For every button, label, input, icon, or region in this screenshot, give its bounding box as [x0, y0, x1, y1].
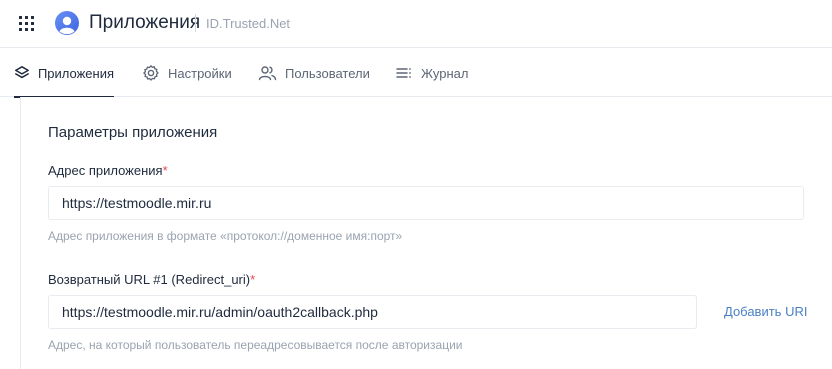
layers-icon — [15, 66, 29, 79]
tab-bar: Приложения Настройки Пользователи Журнал — [0, 49, 832, 98]
gear-icon — [143, 65, 159, 81]
tab-settings[interactable]: Настройки — [142, 49, 232, 97]
apps-grid-icon[interactable] — [19, 16, 34, 31]
top-bar: Приложения ID.Trusted.Net — [0, 0, 832, 48]
redirect-uri-hint: Адрес, на который пользователь переадрес… — [48, 338, 463, 352]
redirect-uri-input[interactable]: https://testmoodle.mir.ru/admin/oauth2ca… — [48, 295, 697, 329]
tab-journal[interactable]: Журнал — [395, 49, 468, 97]
app-title: Приложения — [89, 12, 201, 33]
redirect-uri-value: https://testmoodle.mir.ru/admin/oauth2ca… — [62, 304, 378, 320]
header-divider — [195, 14, 196, 32]
tab-label: Пользователи — [285, 65, 370, 81]
tab-label: Журнал — [421, 65, 469, 81]
add-uri-button[interactable]: Добавить URI — [724, 304, 807, 319]
required-mark: * — [250, 272, 256, 287]
app-address-label-text: Адрес приложения — [48, 163, 163, 178]
section-title: Параметры приложения — [48, 124, 218, 141]
redirect-uri-label: Возвратный URL #1 (Redirect_uri)* — [48, 272, 255, 287]
redirect-uri-label-text: Возвратный URL #1 (Redirect_uri) — [48, 272, 251, 287]
tab-label: Приложения — [37, 65, 114, 81]
tab-label: Настройки — [168, 65, 232, 81]
tab-users[interactable]: Пользователи — [258, 49, 370, 97]
org-name: ID.Trusted.Net — [206, 16, 291, 31]
tab-applications[interactable]: Приложения — [14, 49, 114, 98]
app-address-hint: Адрес приложения в формате «протокол://д… — [48, 229, 403, 243]
list-icon — [396, 68, 411, 78]
logo-icon — [55, 11, 79, 35]
required-mark: * — [162, 163, 168, 178]
app-address-value: https://testmoodle.mir.ru — [62, 195, 212, 211]
app-address-label: Адрес приложения* — [48, 163, 168, 178]
users-icon — [258, 66, 277, 81]
app-address-input[interactable]: https://testmoodle.mir.ru — [48, 186, 804, 220]
